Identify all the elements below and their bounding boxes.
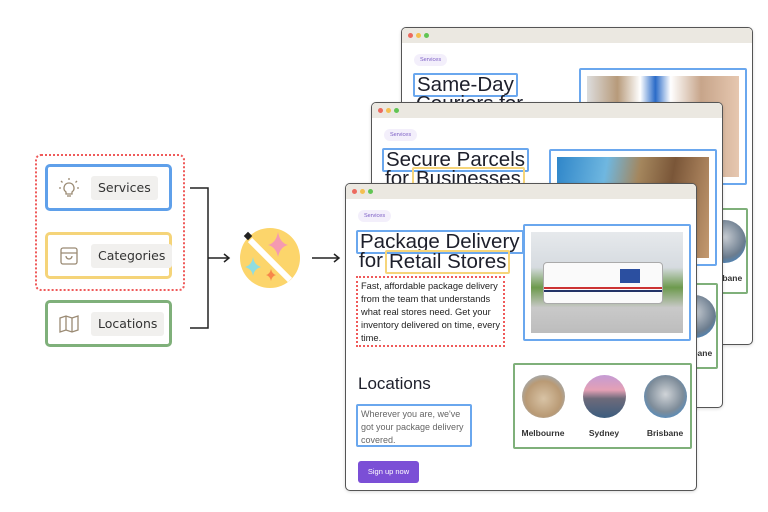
- window-titlebar: [346, 184, 696, 199]
- locations-heading: Locations: [358, 374, 431, 393]
- locations-gallery: Melbourne Sydney Brisbane: [513, 363, 692, 449]
- delivery-truck: [543, 262, 663, 304]
- city-photo: [521, 375, 565, 418]
- magic-wand-sparkles-icon: [240, 228, 300, 288]
- title-highlight: Retail Stores: [385, 250, 511, 274]
- city-label: Brisbane: [646, 428, 684, 438]
- description: Fast, affordable package delivery from t…: [356, 276, 505, 347]
- city-label: Melbourne: [521, 428, 565, 438]
- title-for: for: [359, 249, 383, 272]
- flow-connectors: [190, 187, 341, 329]
- bracket-line: [190, 187, 209, 329]
- sign-up-button[interactable]: Sign up now: [358, 461, 419, 483]
- locations-text: Wherever you are, we've got your package…: [356, 404, 472, 447]
- arrow-to-pages: [312, 253, 341, 263]
- city-photo: [582, 375, 626, 418]
- badge: Services: [414, 54, 448, 66]
- city-sydney: Sydney: [582, 375, 626, 438]
- badge: Services: [384, 129, 418, 141]
- window-titlebar: [402, 28, 752, 43]
- page-preview-front: Services Package Delivery for Retail Sto…: [345, 183, 697, 491]
- hero-image: [523, 224, 691, 341]
- window-titlebar: [372, 103, 722, 118]
- city-melbourne: Melbourne: [521, 375, 565, 438]
- arrow-to-generator: [208, 253, 231, 263]
- badge[interactable]: Services: [358, 210, 392, 222]
- city-photo: [643, 375, 687, 418]
- city-brisbane: Brisbane: [643, 375, 687, 438]
- city-label: Sydney: [588, 428, 620, 438]
